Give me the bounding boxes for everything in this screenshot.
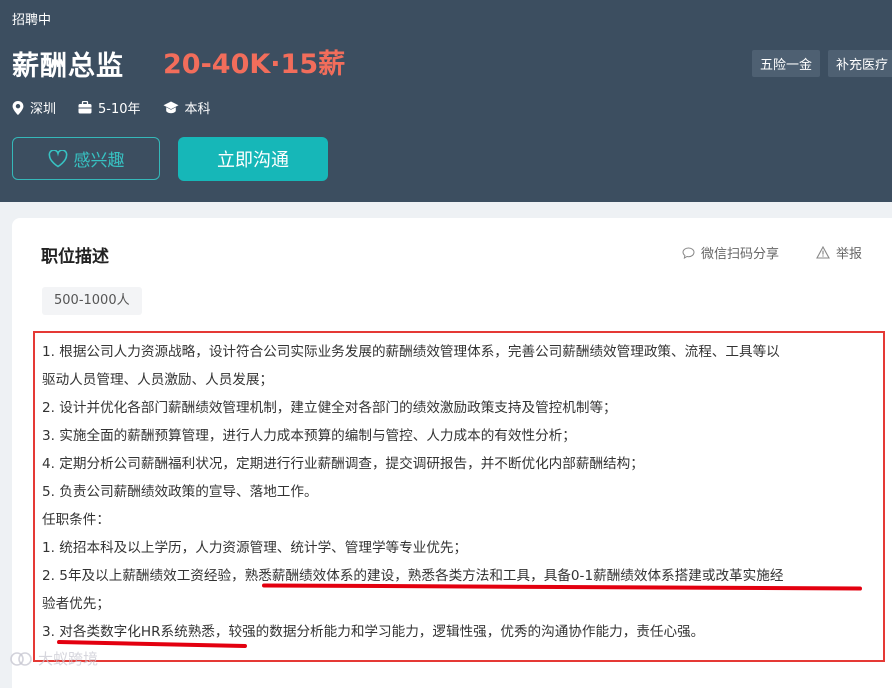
description-line: 2. 设计并优化各部门薪酬绩效管理机制，建立健全对各部门的绩效激励政策支持及管控… xyxy=(42,400,617,416)
report-label: 举报 xyxy=(836,247,863,262)
description-line: 1. 根据公司人力资源战略，设计符合公司实际业务发展的薪酬绩效管理体系，完善公司… xyxy=(42,344,780,360)
chat-now-button[interactable]: 立即沟通 xyxy=(178,137,328,181)
watermark: 大蚁跨境 xyxy=(10,648,98,669)
description-line: 任职条件： xyxy=(42,512,110,528)
description-line: 5. 负责公司薪酬绩效政策的宣导、落地工作。 xyxy=(42,484,318,500)
experience-meta: 5-10年 xyxy=(78,98,141,117)
benefit-tag: 补充医疗 xyxy=(828,50,892,77)
report-link[interactable]: 举报 xyxy=(816,243,862,262)
job-meta: 深圳 5-10年 本科 xyxy=(12,98,233,117)
description-line: 验者优先； xyxy=(42,596,110,612)
wechat-share-link[interactable]: 微信扫码分享 xyxy=(682,243,779,262)
description-line: 1. 统招本科及以上学历，人力资源管理、统计学、管理学等专业优先； xyxy=(42,540,468,556)
share-label: 微信扫码分享 xyxy=(701,247,780,262)
description-line: 2. 5年及以上薪酬绩效工资经验，熟悉薪酬绩效体系的建设，熟悉各类方法和工具，具… xyxy=(42,568,784,584)
chat-bubble-icon xyxy=(682,246,695,259)
section-title: 职位描述 xyxy=(41,247,109,267)
experience-text: 5-10年 xyxy=(98,102,141,117)
watermark-logo-icon xyxy=(10,651,32,666)
location-meta: 深圳 xyxy=(12,98,56,117)
recruiting-status: 招聘中 xyxy=(12,13,52,28)
company-size-tag: 500-1000人 xyxy=(42,287,142,315)
graduation-cap-icon xyxy=(163,101,179,114)
briefcase-icon xyxy=(78,101,92,114)
benefit-tag: 五险一金 xyxy=(752,50,821,77)
description-line: 3. 实施全面的薪酬预算管理，进行人力成本预算的编制与管控、人力成本的有效性分析… xyxy=(42,428,576,444)
description-line: 驱动人员管理、人员激励、人员发展； xyxy=(42,372,274,388)
education-text: 本科 xyxy=(184,102,211,117)
warning-icon xyxy=(816,246,830,259)
benefit-tags: 五险一金 补充医疗 xyxy=(752,50,892,77)
description-line: 3. 对各类数字化HR系统熟悉，较强的数据分析能力和学习能力，逻辑性强，优秀的沟… xyxy=(42,624,705,640)
interest-label: 感兴趣 xyxy=(73,151,125,171)
location-text: 深圳 xyxy=(30,102,57,117)
job-header: 招聘中 薪酬总监 20-40K·15薪 五险一金 补充医疗 深圳 5-10年 本… xyxy=(0,0,892,202)
location-pin-icon xyxy=(12,100,24,115)
job-title: 薪酬总监 xyxy=(12,51,124,82)
description-line: 4. 定期分析公司薪酬福利状况，定期进行行业薪酬调查，提交调研报告，并不断优化内… xyxy=(42,456,644,472)
salary: 20-40K·15薪 xyxy=(163,49,346,80)
interest-button[interactable]: 感兴趣 xyxy=(12,137,160,180)
heart-icon xyxy=(48,149,67,167)
education-meta: 本科 xyxy=(163,98,211,117)
watermark-text: 大蚁跨境 xyxy=(38,650,99,668)
